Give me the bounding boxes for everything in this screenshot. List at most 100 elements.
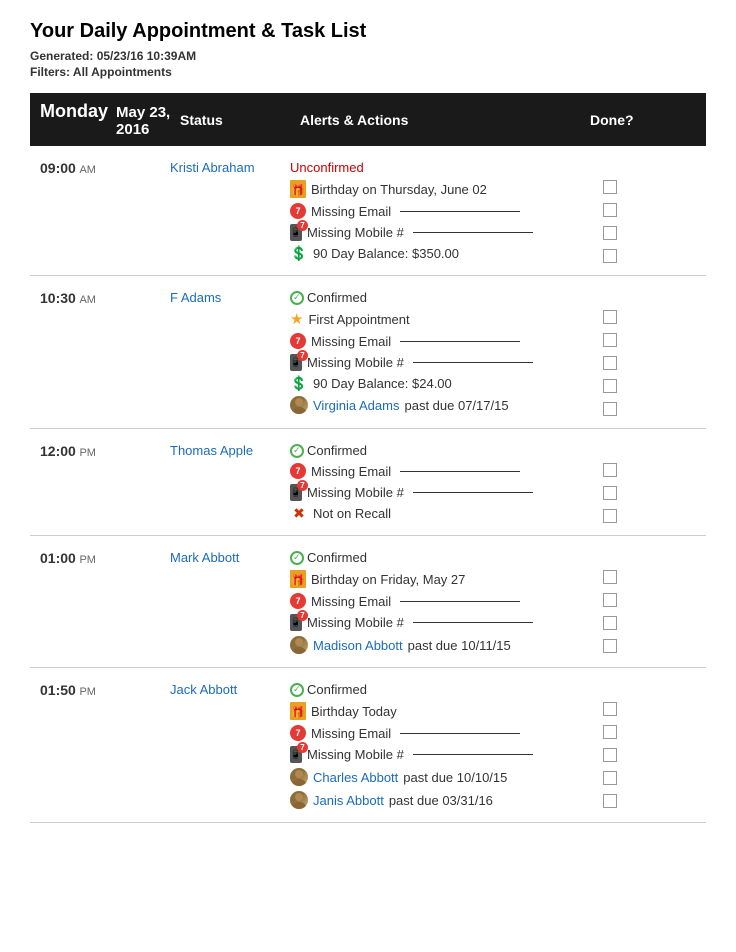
star-icon: ★ [290,310,303,328]
patient-name[interactable]: Jack Abbott [170,676,290,697]
patient-name[interactable]: Mark Abbott [170,544,290,565]
alert-item: Missing Email [290,593,580,609]
done-checkbox[interactable] [603,333,617,347]
status-confirmed: Confirmed [290,682,580,697]
alert-item: Missing Email [290,333,580,349]
done-checkbox[interactable] [603,226,617,240]
alert-text: Birthday on Thursday, June 02 [311,182,487,197]
input-underline[interactable] [413,492,533,493]
past-due-link[interactable]: Virginia Adams [313,398,399,413]
time-hour: 01:00 [40,550,76,566]
done-checkbox[interactable] [603,203,617,217]
done-checkbox[interactable] [603,402,617,416]
past-due-link[interactable]: Janis Abbott [313,793,384,808]
past-due-link[interactable]: Madison Abbott [313,638,403,653]
header-done: Done? [590,112,650,128]
time-hour: 12:00 [40,443,76,459]
alert-item: Janis Abbott past due 03/31/16 [290,791,580,809]
balance-icon: 💲 [290,247,308,261]
alert-item: Madison Abbott past due 10/11/15 [290,636,580,654]
alert-text: Missing Email [311,464,391,479]
birthday-icon: 🎁 [290,702,306,720]
time-ampm: PM [79,554,96,566]
check-circle-icon [290,551,304,565]
header-day-date: Monday May 23, 2016 [40,101,180,138]
input-underline[interactable] [413,362,533,363]
appointment-row: 12:00 PM Thomas Apple Confirmed Missing … [30,429,706,536]
input-underline[interactable] [400,601,520,602]
status-unconfirmed: Unconfirmed [290,160,580,175]
email-alert-icon [290,463,306,479]
done-checkbox[interactable] [603,639,617,653]
status-cell: Unconfirmed [290,154,580,175]
input-underline[interactable] [400,341,520,342]
check-circle-icon [290,444,304,458]
input-underline[interactable] [400,211,520,212]
done-checkbox[interactable] [603,379,617,393]
patient-name[interactable]: Kristi Abraham [170,154,290,175]
done-checkbox[interactable] [603,593,617,607]
mobile-alert-icon: 📱 7 [290,354,302,371]
done-checkbox[interactable] [603,249,617,263]
done-checkbox[interactable] [603,310,617,324]
done-checkbox[interactable] [603,616,617,630]
patient-name[interactable]: Thomas Apple [170,437,290,458]
appointment-time: 10:30 AM [30,284,170,306]
done-checkbox[interactable] [603,356,617,370]
alert-text: Missing Email [311,726,391,741]
done-checkbox[interactable] [603,794,617,808]
header-day: Monday [40,101,108,122]
done-checkbox[interactable] [603,725,617,739]
status-cell: Confirmed [290,676,580,697]
time-ampm: AM [79,164,96,176]
status-confirmed: Confirmed [290,550,580,565]
alert-text: Missing Email [311,334,391,349]
alert-text: Missing Mobile # [307,225,404,240]
done-checkbox[interactable] [603,486,617,500]
recall-icon: ✖ [290,507,308,521]
done-checkbox[interactable] [603,702,617,716]
input-underline[interactable] [400,471,520,472]
appointment-time: 09:00 AM [30,154,170,176]
input-underline[interactable] [413,622,533,623]
alert-item: Virginia Adams past due 07/17/15 [290,396,580,414]
input-underline[interactable] [400,733,520,734]
done-checkbox[interactable] [603,570,617,584]
page-title: Your Daily Appointment & Task List [30,20,706,43]
check-circle-icon [290,291,304,305]
status-cell: Confirmed [290,544,580,565]
filters-line: Filters: All Appointments [30,65,706,79]
patient-name[interactable]: F Adams [170,284,290,305]
appointment-row: 09:00 AM Kristi Abraham Unconfirmed 🎁 Bi… [30,146,706,276]
done-checkbox[interactable] [603,463,617,477]
alert-item: ★ First Appointment [290,310,580,328]
alerts-cell: 🎁 Birthday on Thursday, June 02 Missing … [290,176,580,266]
appointment-row: 01:00 PM Mark Abbott Confirmed 🎁 Birthda… [30,536,706,668]
check-circle-icon [290,683,304,697]
alert-item: 🎁 Birthday Today [290,702,580,720]
done-checkbox[interactable] [603,771,617,785]
alert-text: Missing Email [311,204,391,219]
done-checkbox[interactable] [603,509,617,523]
birthday-icon: 🎁 [290,570,306,588]
header-date: May 23, 2016 [116,104,180,138]
time-ampm: PM [79,447,96,459]
alerts-cell: Missing Email 📱 7 Missing Mobile # ✖ Not… [290,459,580,526]
alert-text: Not on Recall [313,506,391,521]
appointment-row: 01:50 PM Jack Abbott Confirmed 🎁 Birthda… [30,668,706,823]
time-hour: 01:50 [40,682,76,698]
done-checkbox[interactable] [603,748,617,762]
input-underline[interactable] [413,232,533,233]
done-checkbox[interactable] [603,180,617,194]
alert-text: 90 Day Balance: $350.00 [313,246,459,261]
past-due-link[interactable]: Charles Abbott [313,770,398,785]
input-underline[interactable] [413,754,533,755]
status-text: Confirmed [307,682,367,697]
filters-label: Filters: [30,65,70,79]
status-confirmed: Confirmed [290,290,580,305]
generated-value: 05/23/16 10:39AM [97,49,196,63]
header-status: Status [180,112,300,128]
header-alerts: Alerts & Actions [300,112,590,128]
done-cell [580,306,640,420]
alert-text: Missing Mobile # [307,747,404,762]
